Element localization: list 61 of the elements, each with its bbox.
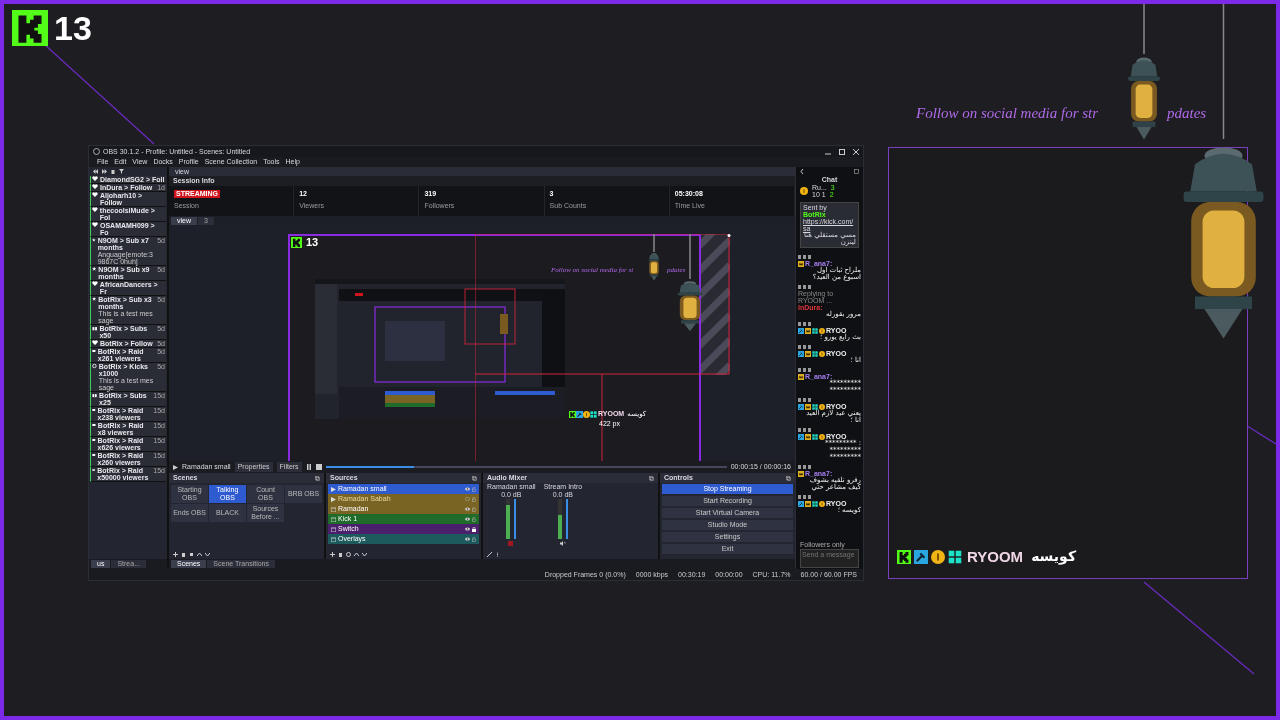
eye-icon[interactable] [465,487,470,491]
eye-icon[interactable] [465,537,470,541]
heart-icon [92,207,98,213]
link-icon[interactable] [487,552,492,557]
pause-icon[interactable] [305,464,312,470]
add-icon[interactable] [173,552,178,557]
rewind-icon[interactable] [93,169,98,174]
undock-icon[interactable] [649,475,654,481]
undock-icon[interactable] [786,475,791,481]
gift-icon [92,325,98,331]
follow-text: pdates [1167,105,1207,122]
stop-icon[interactable] [315,464,322,470]
add-icon[interactable] [330,552,335,557]
forward-icon[interactable] [102,169,107,174]
username: RYOOM [967,546,1024,567]
message-actions-icon [798,398,812,403]
down-icon[interactable] [362,552,367,557]
logo-icon [569,410,576,418]
message-actions-icon [798,368,812,373]
logo-icon [12,10,48,46]
speaker-icon[interactable] [559,541,566,546]
play-icon[interactable] [173,464,178,470]
heart-icon [92,340,98,346]
undock-icon[interactable] [315,475,320,481]
up-icon[interactable] [354,552,359,557]
close-icon[interactable] [853,148,859,155]
ring-icon [92,363,97,369]
undock-icon[interactable] [472,475,477,481]
heart-icon [92,222,98,228]
heart-icon [92,281,98,287]
maximize-icon[interactable] [839,148,845,155]
coin-icon [800,187,808,195]
message-actions-icon [798,428,812,433]
coin-icon [583,410,590,418]
message-actions-icon [798,495,812,500]
app-logo-icon [93,148,100,155]
eye-icon[interactable] [465,517,470,521]
settings-icon[interactable] [346,552,351,557]
follow-text: Follow on social media for str [916,105,1099,122]
down-icon[interactable] [205,552,210,557]
star-icon [92,296,97,302]
logo-number: 13 [306,237,319,248]
star-icon [92,237,96,243]
eye-icon[interactable] [465,507,470,511]
logo-icon [291,237,302,248]
hammer-icon [576,410,583,418]
gift-icon [92,392,98,398]
message-actions-icon [798,345,812,350]
back-icon[interactable] [800,168,804,174]
grid-badge-icon [590,410,597,418]
star-icon [92,266,97,272]
message-actions-icon [798,465,812,470]
eye-icon[interactable] [465,527,470,531]
logo-number: 13 [54,11,92,45]
message-actions-icon [798,255,812,260]
message-actions-icon [798,285,812,290]
up-icon[interactable] [197,552,202,557]
chat-message: كويسه [1031,547,1077,567]
message-actions-icon [798,322,812,327]
more-icon[interactable] [495,552,500,557]
undock-icon[interactable] [854,168,859,174]
